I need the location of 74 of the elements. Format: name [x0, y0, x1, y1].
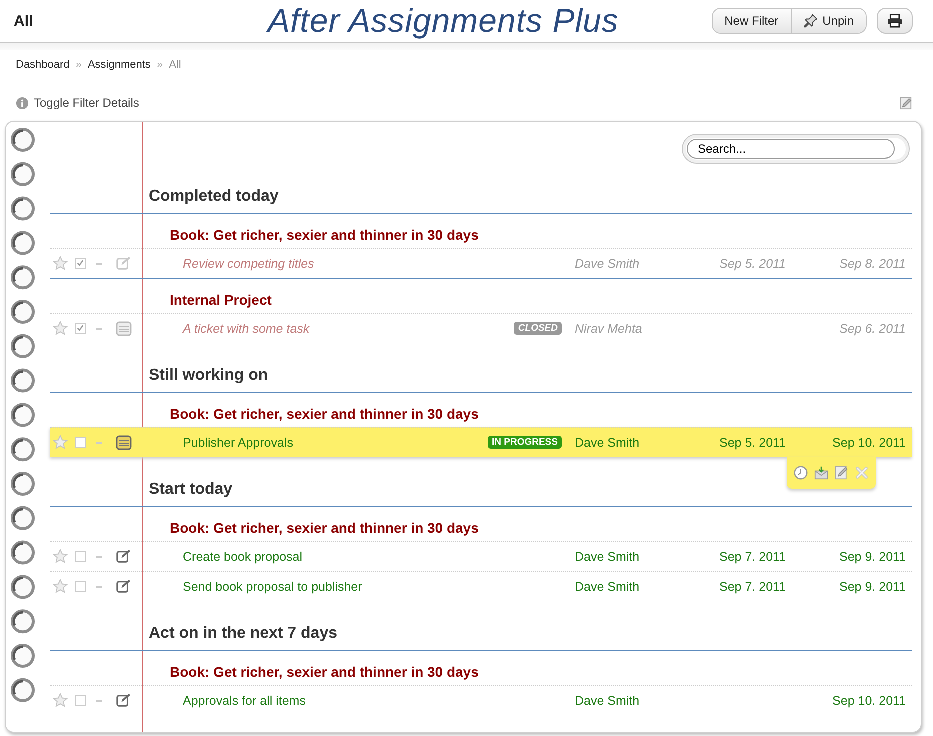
- due-date: Sep 9. 2011: [840, 580, 906, 594]
- breadcrumb-separator: »: [156, 59, 164, 71]
- section-heading: Start today: [50, 457, 912, 507]
- due-date: Sep 9. 2011: [840, 550, 906, 564]
- task-name[interactable]: A ticket with some task: [183, 322, 310, 336]
- assignee-name: Dave Smith: [575, 550, 641, 564]
- start-date: Sep 7. 2011: [720, 580, 786, 594]
- filter-button[interactable]: New Filter: [712, 9, 791, 33]
- close-icon[interactable]: [855, 466, 869, 480]
- project-title[interactable]: Book: Get richer, sexier and thinner in 30 days: [50, 393, 912, 427]
- assignee-name: Dave Smith: [575, 694, 641, 708]
- star-icon[interactable]: [53, 435, 68, 450]
- list-icon[interactable]: [116, 434, 132, 450]
- unpin-button[interactable]: Unpin: [790, 9, 866, 33]
- star-icon[interactable]: [53, 579, 68, 594]
- assignee-name: Dave Smith: [575, 580, 641, 594]
- project-title[interactable]: Book: Get richer, sexier and thinner in 30 days: [50, 651, 912, 685]
- project-title[interactable]: Book: Get richer, sexier and thinner in 30 days: [50, 214, 912, 248]
- star-icon[interactable]: [53, 693, 68, 708]
- section-heading: Still working on: [50, 343, 912, 393]
- start-date: Sep 5. 2011: [720, 436, 786, 450]
- breadcrumb-link[interactable]: Dashboard: [16, 59, 70, 71]
- due-date: Sep 10. 2011: [832, 436, 906, 450]
- task-row[interactable]: Review competing titles Dave Smith Sep 5. 2011 Sep 8. 2011: [50, 248, 912, 278]
- start-date: Sep 7. 2011: [720, 550, 786, 564]
- status-badge: CLOSED: [514, 322, 562, 335]
- task-name[interactable]: Approvals for all items: [183, 694, 306, 708]
- checkbox[interactable]: [75, 437, 86, 448]
- checkbox[interactable]: [75, 695, 86, 706]
- assignee-name: Dave Smith: [575, 436, 641, 450]
- task-name[interactable]: Send book proposal to publisher: [183, 580, 362, 594]
- toggle-filter-link[interactable]: Toggle Filter Details: [16, 96, 140, 110]
- start-date: Sep 5. 2011: [720, 256, 786, 270]
- edit-note-icon[interactable]: [116, 549, 131, 564]
- project-title[interactable]: Internal Project: [50, 279, 912, 313]
- checkbox[interactable]: [75, 323, 86, 334]
- checkbox[interactable]: [75, 581, 86, 592]
- page-title: All: [14, 12, 34, 30]
- task-row[interactable]: Send book proposal to publisher Dave Smith Sep 7. 2011 Sep 9. 2011: [50, 571, 912, 601]
- breadcrumb-link[interactable]: All: [169, 59, 182, 71]
- mail-icon[interactable]: [814, 466, 829, 480]
- section-heading: Completed today: [50, 164, 912, 214]
- checkbox[interactable]: [75, 258, 86, 269]
- breadcrumb-link[interactable]: Assignments: [88, 59, 151, 71]
- star-icon[interactable]: [53, 256, 68, 271]
- due-date: Sep 6. 2011: [840, 322, 906, 336]
- task-row[interactable]: Create book proposal Dave Smith Sep 7. 2011 Sep 9. 2011: [50, 541, 912, 571]
- info-icon: [16, 96, 29, 110]
- task-name[interactable]: Create book proposal: [183, 550, 303, 564]
- edit-note-icon[interactable]: [116, 579, 131, 594]
- task-row[interactable]: A ticket with some task CLOSED Nirav Mehta Sep 6. 2011: [50, 313, 912, 343]
- task-name[interactable]: Publisher Approvals: [183, 436, 294, 450]
- edit-icon[interactable]: [900, 96, 913, 110]
- search-field[interactable]: Search...: [682, 134, 910, 164]
- assignee-name: Dave Smith: [575, 256, 641, 270]
- section-heading: Act on in the next 7 days: [50, 601, 912, 651]
- printer-icon: [887, 14, 903, 28]
- checkbox[interactable]: [75, 551, 86, 562]
- status-badge: IN PROGRESS: [488, 436, 562, 449]
- clock-icon[interactable]: [794, 466, 808, 480]
- star-icon[interactable]: [53, 321, 68, 336]
- pin-icon: [804, 14, 818, 28]
- star-icon[interactable]: [53, 549, 68, 564]
- banner-title: After Assignments Plus: [268, 2, 620, 40]
- task-name[interactable]: Review competing titles: [183, 256, 314, 270]
- edit-note-icon[interactable]: [116, 693, 131, 708]
- due-date: Sep 10. 2011: [832, 694, 906, 708]
- breadcrumb-separator: »: [76, 59, 82, 71]
- assignee-name: Nirav Mehta: [575, 322, 644, 336]
- due-date: Sep 8. 2011: [840, 256, 906, 270]
- print-button[interactable]: [877, 8, 913, 34]
- edit-icon[interactable]: [835, 466, 849, 480]
- task-row[interactable]: Approvals for all items Dave Smith Sep 10. 2011: [50, 685, 912, 715]
- project-title[interactable]: Book: Get richer, sexier and thinner in 30 days: [50, 507, 912, 541]
